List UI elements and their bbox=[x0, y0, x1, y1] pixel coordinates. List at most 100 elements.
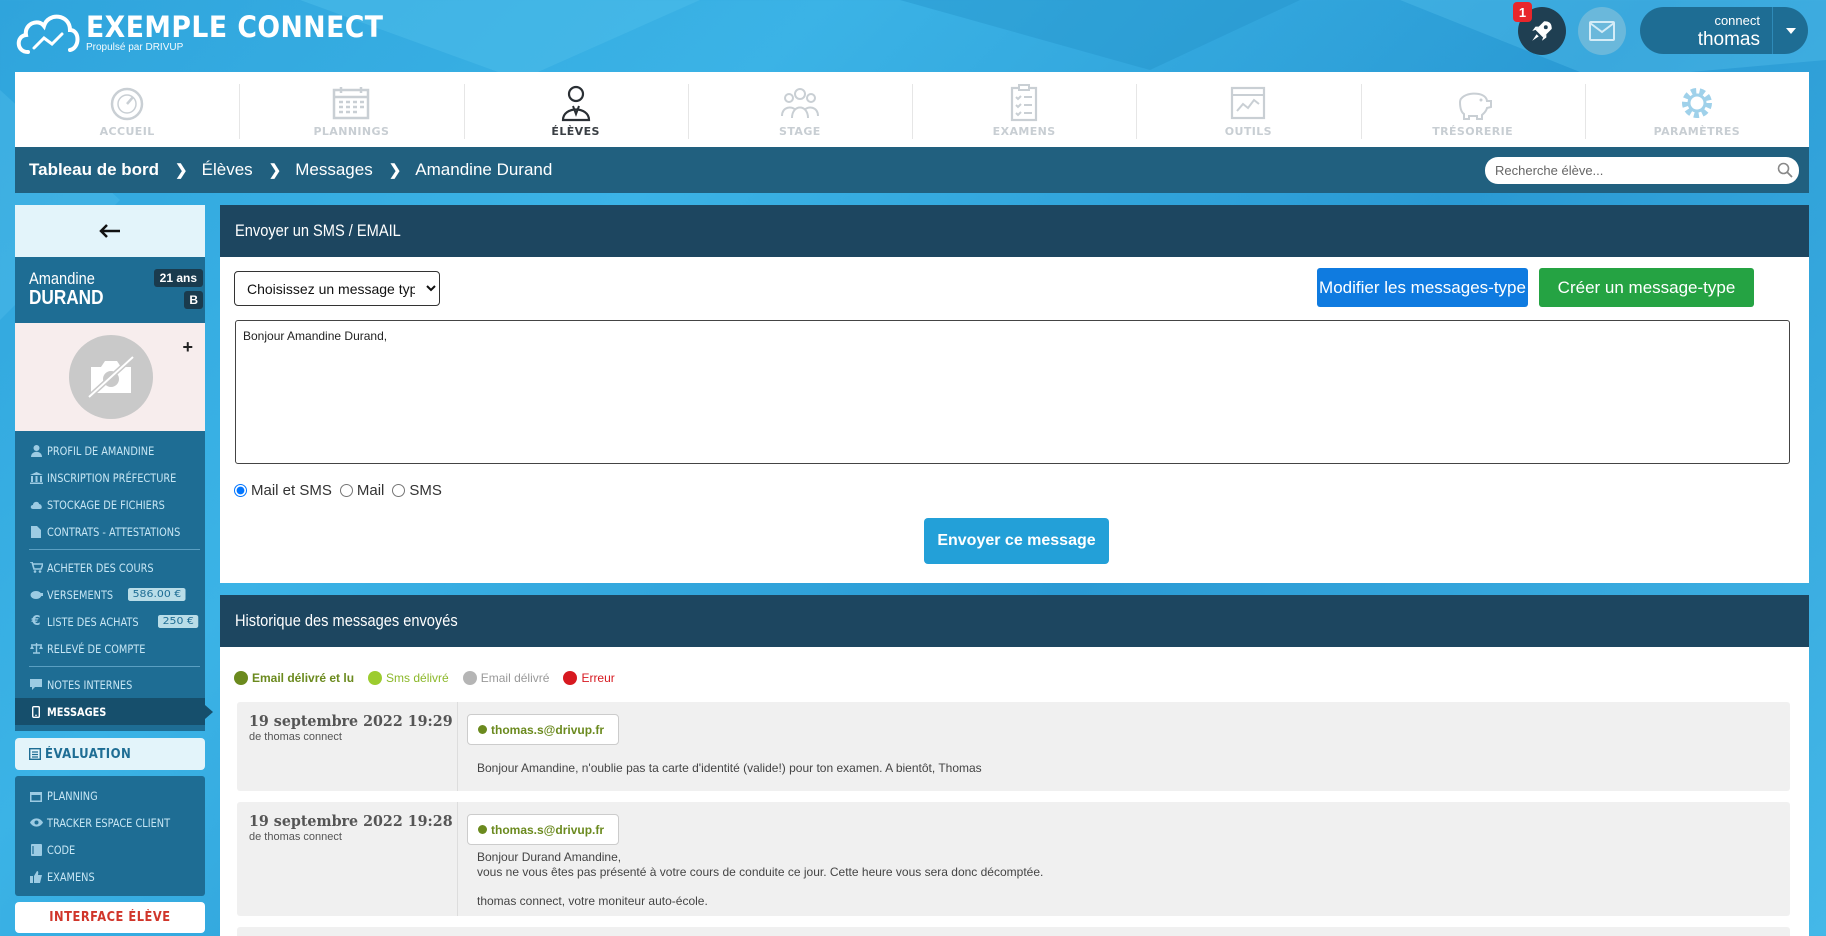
amount-badge: 250 € bbox=[157, 615, 199, 628]
amount-badge: 586.00 € bbox=[127, 588, 186, 601]
nav-tresorerie[interactable]: TRÉSORERIE bbox=[1360, 72, 1585, 147]
breadcrumb-student[interactable]: Amandine Durand bbox=[415, 160, 552, 180]
nav-outils[interactable]: OUTILS bbox=[1136, 72, 1360, 147]
sidebar-item-evaluation[interactable]: ÉVALUATION bbox=[15, 738, 205, 770]
status-dot bbox=[478, 725, 487, 734]
sidebar-item-inscription[interactable]: INSCRIPTION PRÉFECTURE bbox=[15, 464, 205, 491]
sidebar-item-contrats[interactable]: CONTRATS - ATTESTATIONS bbox=[15, 518, 205, 545]
radio-sms[interactable]: SMS bbox=[392, 482, 442, 499]
message-history-panel: Historique des messages envoyés Email dé… bbox=[220, 595, 1809, 936]
student-menu: PROFIL DE AMANDINE INSCRIPTION PRÉFECTUR… bbox=[15, 431, 213, 731]
message-date: 19 septembre 2022 19:28 bbox=[249, 812, 453, 830]
user-name: thomas bbox=[1697, 29, 1760, 50]
student-last-name: DURAND bbox=[29, 287, 104, 309]
message-textarea[interactable]: Bonjour Amandine Durand, bbox=[235, 320, 1790, 464]
recipient-tag: thomas.s@drivup.fr bbox=[467, 714, 620, 745]
eye-icon bbox=[29, 818, 43, 827]
nav-parametres[interactable]: PARAMÈTRES bbox=[1584, 72, 1809, 147]
search-input[interactable] bbox=[1485, 157, 1755, 184]
sidebar-item-releve[interactable]: RELEVÉ DE COMPTE bbox=[15, 635, 205, 662]
send-message-panel: Envoyer un SMS / EMAIL Choisissez un mes… bbox=[220, 205, 1809, 583]
notification-badge: 1 bbox=[1513, 2, 1532, 22]
top-header: EXEMPLE CONNECT Propulsé par DRIVUP 1 co… bbox=[0, 0, 1826, 72]
group-icon bbox=[780, 88, 819, 119]
sidebar-item-versements[interactable]: VERSEMENTS 586.00 € bbox=[15, 581, 205, 608]
nav-examens[interactable]: EXAMENS bbox=[912, 72, 1136, 147]
sidebar-item-profil[interactable]: PROFIL DE AMANDINE bbox=[15, 437, 205, 464]
avatar[interactable] bbox=[69, 335, 153, 419]
main-nav: ACCUEIL PLANNINGS ÉLÈVES STAGE EXAMENS O… bbox=[15, 72, 1809, 147]
file-icon bbox=[29, 525, 43, 538]
sidebar-item-code[interactable]: CODE bbox=[15, 836, 205, 863]
status-dot bbox=[234, 671, 248, 685]
app-subtitle: Propulsé par DRIVUP bbox=[86, 42, 184, 53]
sidebar-item-notes[interactable]: NOTES INTERNES bbox=[15, 671, 205, 698]
nav-label: OUTILS bbox=[1224, 125, 1272, 138]
message-sender: de thomas connect bbox=[249, 831, 342, 843]
piggy-icon bbox=[29, 590, 43, 600]
mobile-icon bbox=[29, 705, 43, 718]
breadcrumb-eleves[interactable]: Élèves bbox=[202, 160, 253, 180]
user-label: connect bbox=[1714, 13, 1760, 28]
nav-label: TRÉSORERIE bbox=[1432, 125, 1514, 138]
send-message-button[interactable]: Envoyer ce message bbox=[924, 518, 1109, 564]
status-dot bbox=[368, 671, 383, 685]
tools-window-icon bbox=[1231, 86, 1266, 120]
envelope-icon bbox=[1589, 21, 1615, 41]
nav-label: EXAMENS bbox=[992, 125, 1056, 138]
nav-accueil[interactable]: ACCUEIL bbox=[15, 72, 239, 147]
nav-plannings[interactable]: PLANNINGS bbox=[239, 72, 463, 147]
sidebar-item-examens[interactable]: EXAMENS bbox=[15, 863, 205, 890]
sidebar-item-messages[interactable]: MESSAGES bbox=[15, 698, 213, 725]
search-icon[interactable] bbox=[1777, 162, 1793, 178]
mail-button[interactable] bbox=[1578, 7, 1626, 55]
app-title: EXEMPLE CONNECT bbox=[86, 10, 384, 44]
back-button[interactable] bbox=[15, 205, 205, 257]
chevron-right-icon: ❯ bbox=[268, 162, 282, 179]
student-first-name: Amandine bbox=[29, 269, 95, 288]
sidebar-item-acheter[interactable]: ACHETER DES COURS bbox=[15, 554, 205, 581]
rocket-icon bbox=[1532, 21, 1552, 41]
nav-label: ÉLÈVES bbox=[551, 125, 600, 138]
breadcrumb: Tableau de bord ❯ Élèves ❯ Messages ❯ Am… bbox=[15, 147, 1809, 193]
nav-eleves[interactable]: ÉLÈVES bbox=[463, 72, 688, 147]
radio-mail[interactable]: Mail bbox=[339, 482, 384, 499]
user-menu[interactable]: connect thomas bbox=[1640, 7, 1808, 54]
sidebar-item-planning[interactable]: PLANNING bbox=[15, 782, 205, 809]
user-dropdown-toggle[interactable] bbox=[1772, 7, 1808, 54]
radio-mail-sms[interactable]: Mail et SMS bbox=[234, 482, 332, 499]
message-type-select[interactable]: Choisissez un message type bbox=[234, 271, 440, 306]
student-age-badge: 21 ans bbox=[153, 269, 203, 287]
student-icon bbox=[561, 85, 590, 122]
calendar-icon bbox=[333, 87, 370, 120]
nav-label: ACCUEIL bbox=[99, 125, 155, 138]
breadcrumb-dashboard[interactable]: Tableau de bord bbox=[29, 160, 159, 180]
message-card: 19 septembre 2022 19:29 de thomas connec… bbox=[237, 702, 1790, 791]
menu-divider bbox=[29, 666, 200, 667]
message-card: 19 septembre 2022 19:28 de thomas connec… bbox=[237, 802, 1790, 916]
list-icon bbox=[29, 748, 41, 760]
cloud-logo-icon bbox=[16, 14, 80, 54]
chevron-right-icon: ❯ bbox=[388, 162, 402, 179]
caret-down-icon bbox=[1785, 27, 1796, 34]
create-template-button[interactable]: Créer un message-type bbox=[1539, 268, 1754, 307]
sidebar-item-achats[interactable]: € LISTE DES ACHATS 250 € bbox=[15, 608, 205, 635]
nav-stage[interactable]: STAGE bbox=[687, 72, 912, 147]
add-photo-button[interactable]: + bbox=[182, 337, 193, 358]
sidebar-item-stockage[interactable]: STOCKAGE DE FICHIERS bbox=[15, 491, 205, 518]
app-logo[interactable]: EXEMPLE CONNECT Propulsé par DRIVUP bbox=[14, 8, 409, 58]
panel-title: Historique des messages envoyés bbox=[235, 611, 458, 630]
cart-icon bbox=[29, 562, 43, 573]
thumbs-up-icon bbox=[29, 870, 43, 883]
speedometer-icon bbox=[110, 87, 144, 121]
message-meta: 19 septembre 2022 19:28 de thomas connec… bbox=[237, 802, 458, 916]
interface-eleve-button[interactable]: INTERFACE ÉLÈVE bbox=[15, 902, 205, 933]
cloud-icon bbox=[29, 500, 43, 510]
legend-item-error: Erreur bbox=[563, 671, 615, 685]
modify-templates-button[interactable]: Modifier les messages-type bbox=[1317, 268, 1528, 307]
breadcrumb-messages[interactable]: Messages bbox=[295, 160, 372, 180]
nav-label: STAGE bbox=[779, 125, 821, 138]
message-meta: 19 septembre 2022 19:29 de thomas connec… bbox=[237, 702, 458, 791]
message-body: Bonjour Amandine, n'oublie pas ta carte … bbox=[477, 761, 982, 775]
sidebar-item-tracker[interactable]: TRACKER ESPACE CLIENT bbox=[15, 809, 205, 836]
